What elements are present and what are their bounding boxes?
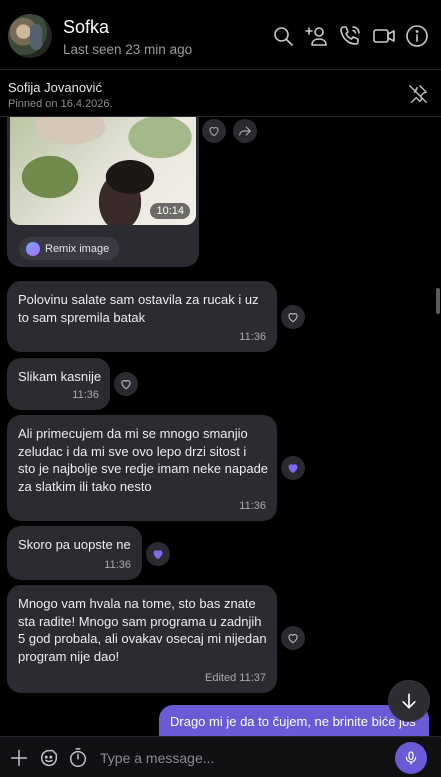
heart-reaction-icon[interactable] [202, 119, 226, 143]
message-text: Polovinu salate sam ostavila za rucak i … [18, 292, 259, 325]
purple-heart-icon[interactable] [146, 542, 170, 566]
timer-icon[interactable] [67, 747, 89, 769]
video-call-icon[interactable] [372, 24, 396, 48]
outgoing-message-bubble[interactable]: Drago mi je da to čujem, ne brinite biće… [159, 705, 429, 736]
last-seen-status: Last seen 23 min ago [63, 42, 193, 57]
chat-header: Sofka Last seen 23 min ago [0, 0, 441, 70]
microphone-icon [405, 751, 417, 765]
microphone-button[interactable] [395, 742, 427, 774]
unpin-icon[interactable] [407, 83, 429, 105]
scroll-to-bottom-button[interactable] [389, 681, 429, 721]
message-list[interactable]: 10:14 Remix image Polovinu salate sam os… [0, 117, 441, 736]
message-time: 11:36 [239, 330, 266, 343]
message-input[interactable] [100, 746, 380, 770]
forward-icon[interactable] [233, 119, 257, 143]
avatar[interactable] [8, 14, 52, 58]
message-time: Edited 11:37 [205, 671, 266, 684]
sticker-icon[interactable] [38, 747, 60, 769]
heart-reaction-icon[interactable] [114, 372, 138, 396]
message-text: Drago mi je da to čujem, ne brinite biće… [170, 714, 416, 729]
contact-name[interactable]: Sofka [63, 17, 109, 38]
arrow-down-icon [402, 693, 416, 709]
message-text: Skoro pa uopste ne [18, 537, 131, 552]
image-message[interactable]: 10:14 Remix image [7, 117, 199, 267]
pinned-date: Pinned on 16.4.2026. [8, 98, 113, 110]
remix-image-button[interactable]: Remix image [19, 237, 120, 260]
message-text: Slikam kasnije [18, 369, 102, 384]
message-text: Mnogo vam hvala na tome, sto bas znate s… [18, 596, 267, 664]
message-bubble[interactable]: Mnogo vam hvala na tome, sto bas znate s… [7, 585, 277, 693]
search-icon[interactable] [271, 24, 295, 48]
scrollbar-thumb[interactable] [436, 288, 440, 314]
heart-reaction-icon[interactable] [281, 305, 305, 329]
voice-call-icon[interactable] [338, 24, 362, 48]
info-icon[interactable] [405, 24, 429, 48]
add-participant-icon[interactable] [305, 24, 329, 48]
heart-reaction-icon[interactable] [281, 626, 305, 650]
pinned-sender-name: Sofija Jovanović [8, 80, 102, 95]
salad-photo[interactable]: 10:14 [10, 117, 196, 225]
message-bubble[interactable]: Polovinu salate sam ostavila za rucak i … [7, 281, 277, 352]
remix-icon [26, 241, 40, 256]
message-bubble[interactable]: Slikam kasnije 11:36 [7, 358, 110, 410]
message-time: 11:36 [72, 388, 99, 401]
remix-label: Remix image [45, 242, 110, 255]
message-bubble[interactable]: Skoro pa uopste ne 11:36 [7, 526, 142, 580]
message-text: Ali primecujem da mi se mnogo smanjio ze… [18, 426, 269, 494]
pinned-message-bar[interactable]: Sofija Jovanović Pinned on 16.4.2026. [0, 71, 441, 117]
message-time: 11:36 [239, 499, 266, 512]
message-bubble[interactable]: Ali primecujem da mi se mnogo smanjio ze… [7, 415, 277, 521]
purple-heart-icon[interactable] [281, 456, 305, 480]
message-time: 11:36 [104, 558, 131, 571]
message-time: 10:14 [150, 203, 190, 219]
message-composer [0, 736, 441, 777]
plus-icon[interactable] [8, 747, 30, 769]
